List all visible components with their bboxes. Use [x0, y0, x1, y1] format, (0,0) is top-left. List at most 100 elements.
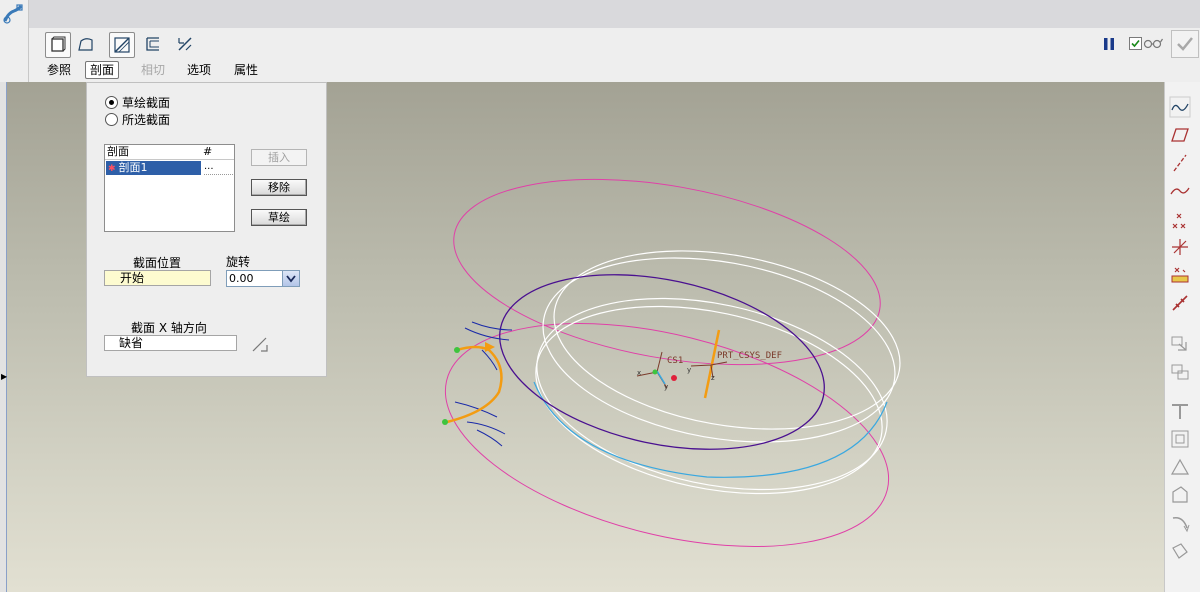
x-axis-direction-field[interactable]: 缺省: [104, 335, 237, 351]
datum-plane-button[interactable]: [1169, 124, 1191, 146]
rotation-value[interactable]: 0.00: [229, 271, 254, 286]
chevron-down-icon: [286, 275, 296, 283]
tab-sections[interactable]: 剖面: [85, 61, 120, 79]
white-ring-1: [553, 250, 901, 430]
sketch-stroke-2: [471, 321, 513, 331]
sections-panel: 草绘截面 所选截面 剖面 # ✱ 剖面1 ... 插入 移除 草绘 截面位置 开始…: [86, 82, 327, 377]
annotation-button[interactable]: [1169, 292, 1191, 314]
tab-references[interactable]: 参照: [43, 61, 75, 79]
svg-text:y: y: [687, 366, 691, 374]
thicken-button[interactable]: [141, 32, 167, 58]
left-sash[interactable]: ▶: [0, 82, 7, 592]
rotation-combobox[interactable]: 0.00: [226, 270, 300, 287]
section-location-label: 截面位置: [133, 256, 182, 270]
radio-sketched-label: 草绘截面: [122, 96, 171, 110]
datum-point-button[interactable]: [1169, 208, 1191, 230]
rotation-dropdown-button[interactable]: [282, 271, 299, 286]
end-point: [442, 419, 448, 425]
tab-tangency[interactable]: 相切: [137, 61, 169, 79]
surface-icon: [78, 38, 93, 51]
merge-icon: [1171, 364, 1189, 380]
datum-point-icon: [1172, 213, 1186, 229]
radio-button-unchecked[interactable]: [105, 113, 118, 126]
datum-toolbar: [1164, 82, 1200, 592]
feature-header: [0, 0, 29, 82]
create-surface-button[interactable]: [173, 32, 199, 58]
thicken-side-button[interactable]: [1169, 456, 1191, 478]
offset-button[interactable]: [1169, 428, 1191, 450]
title-strip: [0, 0, 1200, 28]
check-icon: [1177, 37, 1193, 51]
datum-axis-button[interactable]: [1169, 152, 1191, 174]
remove-button[interactable]: 移除: [251, 179, 307, 196]
section-table[interactable]: 剖面 # ✱ 剖面1 ...: [104, 144, 235, 232]
white-ring-2: [542, 257, 896, 443]
checkmark-icon: [1131, 39, 1140, 48]
intersect-button[interactable]: [1169, 540, 1191, 562]
radio-selected-section[interactable]: 所选截面: [105, 112, 170, 128]
radio-sketched-section[interactable]: 草绘截面: [105, 95, 170, 111]
sketch-button[interactable]: 草绘: [251, 209, 307, 226]
mirror-button[interactable]: [1169, 332, 1191, 354]
section-row-name[interactable]: ✱ 剖面1: [106, 161, 201, 175]
svg-text:x: x: [637, 369, 641, 377]
x-axis-direction-label: 截面 X 轴方向: [131, 321, 207, 335]
extend-icon: [1172, 516, 1190, 533]
datum-curve-icon: [1170, 187, 1190, 195]
offset-icon: [1171, 430, 1189, 448]
datum-axis-icon: [1173, 154, 1187, 172]
section-name: 剖面1: [118, 161, 148, 174]
solidify-button[interactable]: [1169, 484, 1191, 506]
trim-icon: [1172, 404, 1188, 419]
glasses-icon[interactable]: [1143, 36, 1163, 50]
tab-options[interactable]: 选项: [183, 61, 215, 79]
table-row[interactable]: ✱ 剖面1 ...: [105, 161, 234, 175]
create-surface-icon: [178, 37, 192, 51]
sketch-stroke-4: [454, 401, 498, 418]
thicken-icon: [146, 37, 159, 51]
sketch-stroke-6: [476, 429, 503, 447]
cs1-csys: CS1 x y: [636, 351, 683, 391]
svg-text:z: z: [711, 374, 715, 382]
analysis-button[interactable]: [1169, 264, 1191, 286]
sketched-curve-icon: [1169, 96, 1191, 118]
col-number-header: #: [203, 145, 213, 158]
extend-button[interactable]: [1169, 512, 1191, 534]
sketch-stroke-5: [466, 421, 506, 435]
coordinate-system-button[interactable]: [1169, 236, 1191, 258]
solid-button[interactable]: [45, 32, 71, 58]
insert-button[interactable]: 插入: [251, 149, 307, 166]
preview-checkbox[interactable]: [1129, 37, 1142, 50]
analysis-icon: [1171, 267, 1189, 283]
blue-edge: [533, 381, 888, 478]
radio-selected-label: 所选截面: [122, 113, 171, 127]
merge-button[interactable]: [1169, 360, 1191, 382]
radio-button-checked[interactable]: [105, 96, 118, 109]
cs1-label: CS1: [667, 356, 683, 366]
ok-button[interactable]: [1171, 30, 1199, 58]
prt-csys-label: PRT_CSYS_DEF: [717, 351, 782, 361]
mirror-icon: [1171, 336, 1187, 351]
section-marker-icon: ✱: [108, 164, 116, 174]
surface-button[interactable]: [74, 32, 100, 58]
datum-curve-button[interactable]: [1169, 180, 1191, 202]
pause-icon[interactable]: [1101, 36, 1117, 52]
coordinate-system-icon: [1172, 239, 1188, 255]
flip-direction-icon[interactable]: [251, 335, 269, 353]
svg-text:y: y: [664, 383, 668, 391]
datum-plane-icon: [1171, 128, 1189, 142]
solid-icon: [51, 36, 66, 52]
col-section-header: 剖面: [107, 145, 129, 158]
thicken-side-icon: [1170, 458, 1190, 475]
start-point: [454, 347, 460, 353]
table-header: 剖面 #: [105, 145, 234, 160]
tab-properties[interactable]: 属性: [230, 61, 262, 79]
section-location-field[interactable]: 开始: [104, 270, 211, 286]
swept-blend-icon: [3, 4, 23, 24]
feature-dashboard: 参照 剖面 相切 选项 属性: [29, 28, 1200, 83]
trim-button[interactable]: [1169, 400, 1191, 422]
sketched-curve-button[interactable]: [1169, 96, 1191, 118]
white-ring-4: [535, 305, 883, 495]
section-row-number[interactable]: ...: [204, 161, 233, 175]
remove-material-button[interactable]: [109, 32, 135, 58]
